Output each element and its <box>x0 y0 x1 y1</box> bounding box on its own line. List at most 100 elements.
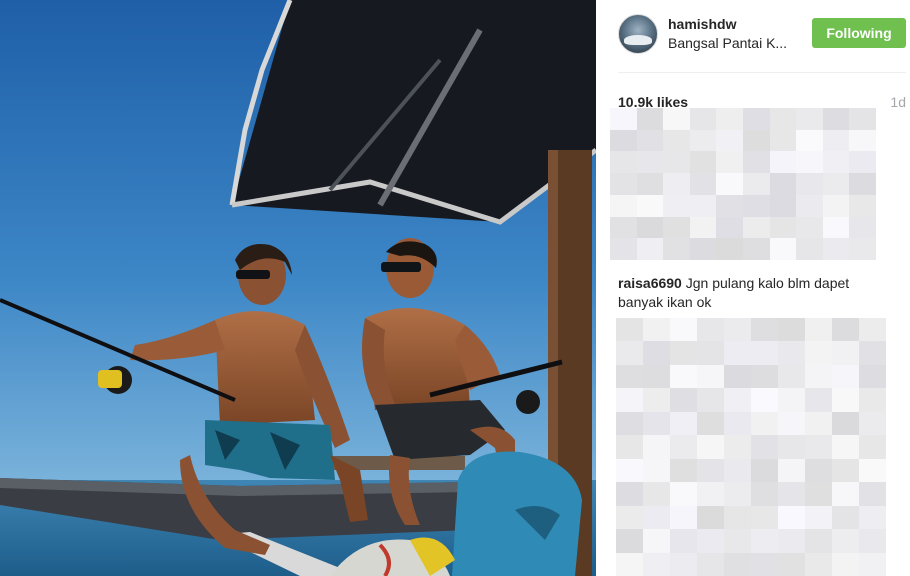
redaction-cell <box>849 173 876 195</box>
redaction-cell <box>689 129 717 152</box>
redaction-cell <box>796 108 823 130</box>
redaction-cell <box>751 411 778 436</box>
redaction-cell <box>796 151 823 174</box>
redaction-cell <box>859 364 886 389</box>
redaction-cell <box>859 341 886 365</box>
redaction-cell <box>670 411 697 436</box>
redaction-cell <box>769 173 797 195</box>
redaction-cell <box>822 173 850 195</box>
redaction-cell <box>610 216 637 239</box>
redaction-cell <box>751 364 778 389</box>
redaction-cell <box>724 341 751 365</box>
redaction-cell <box>832 435 859 459</box>
redaction-cell <box>670 505 697 530</box>
redaction-cell <box>796 216 823 239</box>
redaction-cell <box>616 435 643 459</box>
redaction-cell <box>724 411 751 436</box>
redaction-cell <box>716 173 743 195</box>
redaction-cell <box>859 482 886 506</box>
redaction-cell <box>716 108 743 130</box>
redaction-cell <box>849 108 876 130</box>
redaction-cell <box>805 388 832 412</box>
fishing-boat-photo <box>0 0 596 576</box>
redaction-cell <box>743 108 770 130</box>
redaction-cell <box>778 505 805 530</box>
redaction-cell <box>724 435 751 459</box>
username-link[interactable]: hamishdw <box>668 16 736 32</box>
post-photo[interactable] <box>0 0 596 576</box>
redaction-cell <box>743 129 770 152</box>
redaction-cell <box>805 505 832 530</box>
redaction-cell <box>778 435 805 459</box>
redaction-cell <box>697 529 724 553</box>
redaction-cell <box>832 318 859 342</box>
redaction-cell <box>751 318 778 342</box>
redaction-cell <box>832 458 859 483</box>
redaction-cell <box>822 151 850 174</box>
redaction-cell <box>751 482 778 506</box>
redaction-cell <box>616 552 643 576</box>
redaction-cell <box>663 173 690 195</box>
location-link[interactable]: Bangsal Pantai K... <box>668 35 798 51</box>
redaction-cell <box>822 194 850 217</box>
redaction-cell <box>697 364 724 389</box>
redaction-cell <box>778 388 805 412</box>
redaction-cell <box>859 505 886 530</box>
redaction-cell <box>743 238 770 260</box>
redaction-cell <box>643 552 670 576</box>
redaction-cell <box>805 435 832 459</box>
redaction-cell <box>616 388 643 412</box>
redaction-cell <box>697 341 724 365</box>
redaction-cell <box>610 194 637 217</box>
redaction-cell <box>616 411 643 436</box>
following-button[interactable]: Following <box>812 18 906 48</box>
redacted-comments-top <box>610 108 876 260</box>
redaction-cell <box>778 364 805 389</box>
redaction-cell <box>822 129 850 152</box>
redaction-cell <box>643 318 670 342</box>
redaction-cell <box>724 552 751 576</box>
redaction-cell <box>670 482 697 506</box>
redaction-cell <box>670 435 697 459</box>
redaction-cell <box>616 505 643 530</box>
redaction-cell <box>859 388 886 412</box>
redaction-cell <box>859 552 886 576</box>
redaction-cell <box>670 552 697 576</box>
redaction-cell <box>832 529 859 553</box>
redaction-cell <box>689 151 717 174</box>
redaction-cell <box>724 388 751 412</box>
avatar[interactable] <box>618 14 658 54</box>
redaction-cell <box>796 173 823 195</box>
redaction-cell <box>697 318 724 342</box>
redaction-cell <box>769 108 797 130</box>
redaction-cell <box>805 458 832 483</box>
redaction-cell <box>724 529 751 553</box>
redaction-cell <box>805 364 832 389</box>
redaction-cell <box>743 173 770 195</box>
redaction-cell <box>716 151 743 174</box>
redaction-cell <box>663 108 690 130</box>
redaction-cell <box>610 129 637 152</box>
redaction-cell <box>636 129 664 152</box>
redaction-cell <box>689 216 717 239</box>
redaction-cell <box>724 505 751 530</box>
redaction-cell <box>643 482 670 506</box>
redaction-cell <box>832 552 859 576</box>
redaction-cell <box>643 364 670 389</box>
redaction-cell <box>832 482 859 506</box>
redaction-cell <box>697 482 724 506</box>
redaction-cell <box>670 458 697 483</box>
redaction-cell <box>778 552 805 576</box>
redaction-cell <box>849 194 876 217</box>
redaction-cell <box>697 435 724 459</box>
redaction-cell <box>822 216 850 239</box>
redaction-cell <box>832 388 859 412</box>
post-age[interactable]: 1d <box>890 94 906 110</box>
redaction-cell <box>643 529 670 553</box>
redaction-cell <box>751 552 778 576</box>
redaction-cell <box>849 216 876 239</box>
comment-username[interactable]: raisa6690 <box>618 275 682 291</box>
header-divider <box>618 72 906 73</box>
redaction-cell <box>663 216 690 239</box>
redaction-cell <box>724 364 751 389</box>
